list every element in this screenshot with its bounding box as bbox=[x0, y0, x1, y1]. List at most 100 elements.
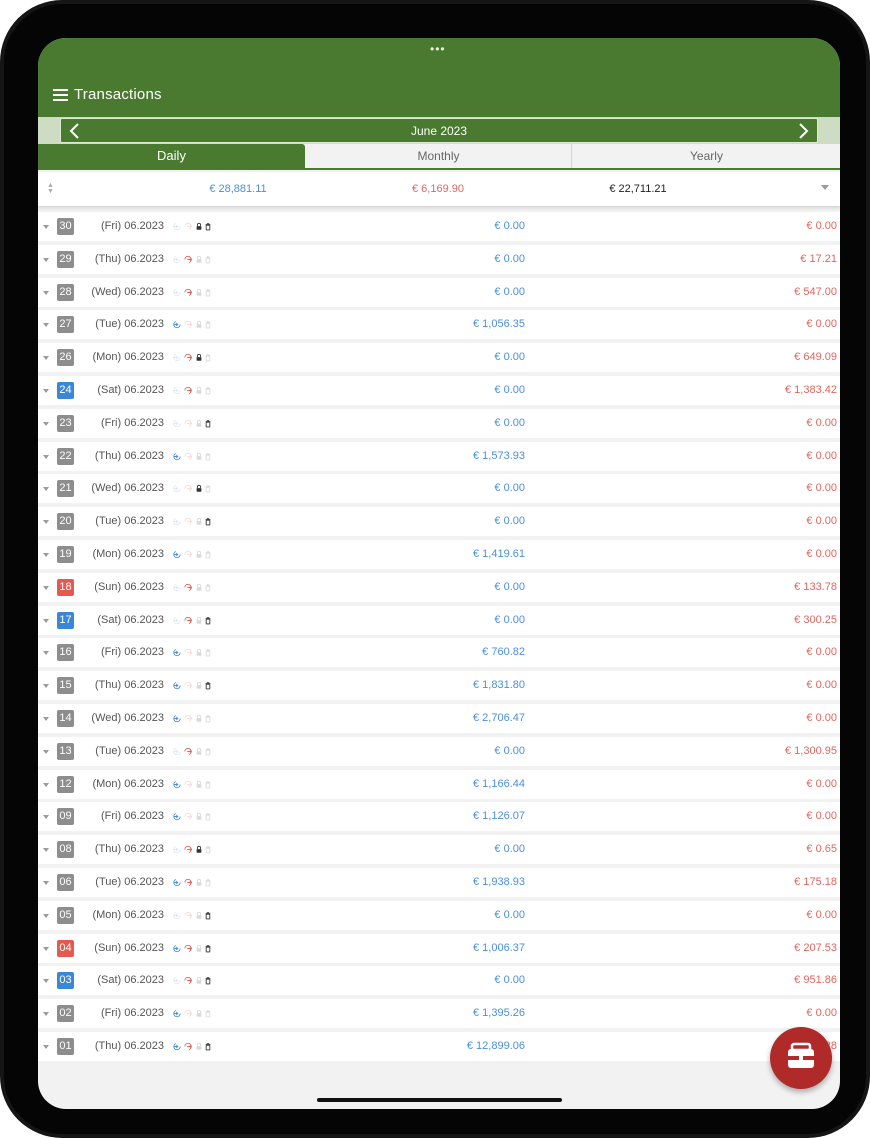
home-indicator[interactable] bbox=[317, 1098, 562, 1102]
expand-caret-icon[interactable] bbox=[43, 618, 49, 623]
expense-arrow-icon bbox=[184, 780, 192, 788]
daily-row[interactable]: 19 (Mon) 06.2023 € 1,419.61 € 0.00 bbox=[38, 539, 840, 569]
expand-caret-icon[interactable] bbox=[43, 651, 49, 656]
row-expense: € 0.00 bbox=[806, 318, 837, 331]
income-arrow-icon bbox=[173, 321, 181, 329]
month-label[interactable]: June 2023 bbox=[61, 124, 817, 138]
daily-row[interactable]: 15 (Thu) 06.2023 € 1,831.80 € 0.00 bbox=[38, 671, 840, 701]
daily-row[interactable]: 06 (Tue) 06.2023 € 1,938.93 € 175.18 bbox=[38, 867, 840, 897]
expand-caret-icon[interactable] bbox=[43, 979, 49, 984]
daily-row[interactable]: 21 (Wed) 06.2023 € 0.00 € 0.00 bbox=[38, 474, 840, 504]
expand-caret-icon[interactable] bbox=[43, 684, 49, 689]
daily-row[interactable]: 12 (Mon) 06.2023 € 1,166.44 € 0.00 bbox=[38, 769, 840, 799]
daily-row[interactable]: 13 (Tue) 06.2023 € 0.00 € 1,300.95 bbox=[38, 736, 840, 766]
row-date: (Mon) 06.2023 bbox=[92, 777, 164, 790]
trash-icon bbox=[205, 649, 211, 657]
daily-row[interactable]: 28 (Wed) 06.2023 € 0.00 € 547.00 bbox=[38, 277, 840, 307]
daily-row[interactable]: 14 (Wed) 06.2023 € 2,706.47 € 0.00 bbox=[38, 703, 840, 733]
lock-icon bbox=[196, 321, 202, 329]
summary-total: € 22,711.21 bbox=[609, 183, 667, 195]
row-date: (Thu) 06.2023 bbox=[94, 449, 164, 462]
income-arrow-icon bbox=[173, 649, 181, 657]
day-number-badge: 05 bbox=[57, 906, 74, 924]
expand-caret-icon[interactable] bbox=[43, 749, 49, 754]
daily-row[interactable]: 18 (Sun) 06.2023 € 0.00 € 133.78 bbox=[38, 572, 840, 602]
day-number-badge: 21 bbox=[57, 480, 74, 498]
expand-caret-icon[interactable] bbox=[43, 421, 49, 426]
expand-caret-icon[interactable] bbox=[43, 323, 49, 328]
daily-row[interactable]: 01 (Thu) 06.2023 € 12,899.06 bbox=[38, 1031, 840, 1061]
expand-caret-icon[interactable] bbox=[43, 552, 49, 557]
tab-yearly[interactable]: Yearly bbox=[573, 144, 840, 168]
row-date: (Tue) 06.2023 bbox=[95, 515, 164, 528]
row-expense: € 0.65 bbox=[806, 843, 837, 856]
daily-row[interactable]: 02 (Fri) 06.2023 € 1,395.26 € 0.00 bbox=[38, 999, 840, 1029]
day-number-badge: 22 bbox=[57, 447, 74, 465]
expand-caret-icon[interactable] bbox=[43, 815, 49, 820]
row-expense: € 0.00 bbox=[806, 777, 837, 790]
daily-row[interactable]: 09 (Fri) 06.2023 € 1,126.07 € 0.00 bbox=[38, 802, 840, 832]
daily-row[interactable]: 29 (Thu) 06.2023 € 0.00 € 17.21 bbox=[38, 244, 840, 274]
wallet-icon bbox=[787, 1042, 815, 1068]
daily-row[interactable]: 05 (Mon) 06.2023 € 0.00 € 0.00 bbox=[38, 900, 840, 930]
tab-monthly[interactable]: Monthly bbox=[306, 144, 572, 168]
expand-caret-icon[interactable] bbox=[43, 1012, 49, 1017]
expand-caret-icon[interactable] bbox=[43, 225, 49, 229]
daily-row[interactable]: 22 (Thu) 06.2023 € 1,573.93 € 0.00 bbox=[38, 441, 840, 471]
daily-row[interactable]: 03 (Sat) 06.2023 € 0.00 € 951.86 bbox=[38, 966, 840, 996]
expand-caret-icon[interactable] bbox=[43, 585, 49, 590]
multitasking-dots-icon[interactable]: ••• bbox=[430, 43, 446, 55]
daily-row[interactable]: 24 (Sat) 06.2023 € 0.00 € 1,383.42 bbox=[38, 375, 840, 405]
daily-row[interactable]: 16 (Fri) 06.2023 € 760.82 € 0.00 bbox=[38, 638, 840, 668]
trash-icon bbox=[205, 1043, 211, 1051]
trash-icon bbox=[205, 288, 211, 296]
expand-caret-icon[interactable] bbox=[43, 716, 49, 721]
trash-icon bbox=[205, 944, 211, 952]
expand-caret-icon[interactable] bbox=[43, 880, 49, 885]
daily-row[interactable]: 26 (Mon) 06.2023 € 0.00 € 649.09 bbox=[38, 343, 840, 373]
trash-icon bbox=[205, 616, 211, 624]
day-number-badge: 23 bbox=[57, 414, 74, 432]
app-screen: ••• Transactions June 2023 Daily Monthly… bbox=[38, 38, 840, 1109]
expand-caret-icon[interactable] bbox=[43, 913, 49, 918]
daily-row[interactable]: 23 (Fri) 06.2023 € 0.00 € 0.00 bbox=[38, 408, 840, 438]
day-number-badge: 02 bbox=[57, 1005, 74, 1023]
tab-daily[interactable]: Daily bbox=[38, 144, 305, 168]
expand-caret-icon[interactable] bbox=[43, 1044, 49, 1049]
daily-row[interactable]: 30 (Fri) 06.2023 € 0.00 € 0.00 bbox=[38, 212, 840, 241]
trash-icon bbox=[205, 387, 211, 395]
expense-arrow-icon bbox=[184, 1042, 192, 1051]
expense-arrow-icon bbox=[184, 419, 192, 427]
row-expense: € 0.00 bbox=[806, 547, 837, 560]
row-expense: € 17.21 bbox=[800, 252, 837, 265]
row-date: (Sat) 06.2023 bbox=[97, 613, 164, 626]
expand-caret-icon[interactable] bbox=[43, 290, 49, 295]
daily-row[interactable]: 20 (Tue) 06.2023 € 0.00 € 0.00 bbox=[38, 507, 840, 537]
row-income: € 0.00 bbox=[494, 285, 525, 298]
row-income: € 760.82 bbox=[482, 646, 525, 659]
sort-arrows-icon[interactable]: ▲ ▼ bbox=[47, 182, 54, 195]
expand-caret-icon[interactable] bbox=[43, 257, 49, 262]
daily-row[interactable]: 17 (Sat) 06.2023 € 0.00 € 300.25 bbox=[38, 605, 840, 635]
daily-row[interactable]: 27 (Tue) 06.2023 € 1,056.35 € 0.00 bbox=[38, 310, 840, 340]
daily-row[interactable]: 04 (Sun) 06.2023 € 1,006.37 € 207.53 bbox=[38, 933, 840, 963]
caret-down-icon[interactable] bbox=[821, 185, 829, 190]
row-expense: € 0.00 bbox=[806, 810, 837, 823]
row-expense: € 0.00 bbox=[806, 449, 837, 462]
expand-caret-icon[interactable] bbox=[43, 487, 49, 492]
expand-caret-icon[interactable] bbox=[43, 388, 49, 393]
expense-arrow-icon bbox=[184, 649, 192, 657]
chevron-right-icon[interactable] bbox=[791, 119, 815, 143]
expand-caret-icon[interactable] bbox=[43, 848, 49, 853]
lock-icon bbox=[196, 780, 202, 788]
daily-row[interactable]: 08 (Thu) 06.2023 € 0.00 € 0.65 bbox=[38, 835, 840, 865]
row-income: € 0.00 bbox=[494, 220, 525, 232]
add-transaction-button[interactable] bbox=[770, 1027, 832, 1089]
expand-caret-icon[interactable] bbox=[43, 520, 49, 525]
expand-caret-icon[interactable] bbox=[43, 946, 49, 951]
expand-caret-icon[interactable] bbox=[43, 454, 49, 459]
trash-icon bbox=[205, 682, 211, 690]
expand-caret-icon[interactable] bbox=[43, 782, 49, 787]
expand-caret-icon[interactable] bbox=[43, 356, 49, 361]
hamburger-menu-icon[interactable] bbox=[53, 89, 68, 101]
